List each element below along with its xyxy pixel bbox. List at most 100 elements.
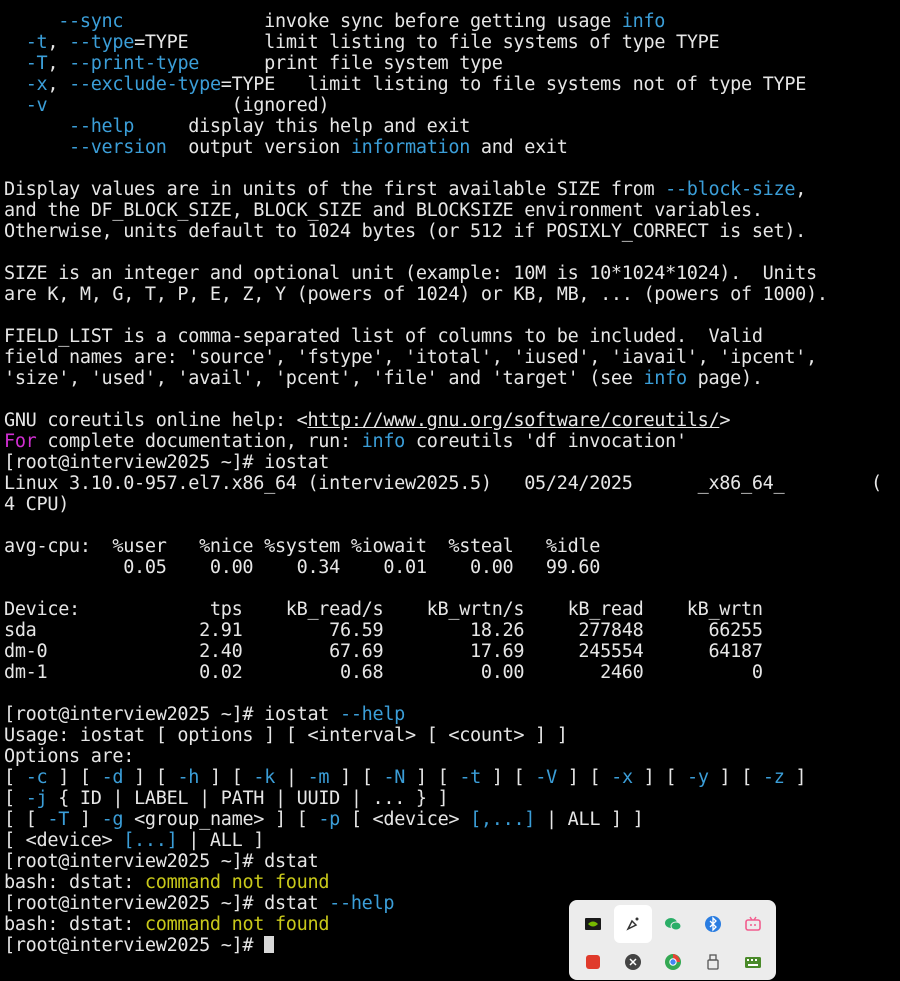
terminal-line: [ <device> [...] | ALL ] — [4, 830, 264, 851]
highlighted-text: -p — [318, 809, 341, 830]
terminal-line: -v (ignored) — [4, 95, 330, 116]
highlighted-text: --help — [339, 704, 406, 725]
terminal-text: ] [ — [632, 767, 688, 788]
terminal-text: Device: tps kB_read/s kB_wrtn/s kB_read … — [4, 599, 763, 620]
terminal-line: GNU coreutils online help: <http://www.g… — [4, 410, 730, 431]
terminal-text: Usage: iostat [ options ] [ <interval> [… — [4, 725, 568, 746]
highlighted-text: -x — [25, 74, 48, 95]
terminal-text: Linux 3.10.0-957.el7.x86_64 (interview20… — [4, 473, 882, 494]
highlighted-text: --help — [69, 116, 135, 137]
highlighted-text: info — [621, 11, 666, 32]
terminal-line: 4 CPU) — [4, 494, 69, 515]
terminal-text: output version — [166, 137, 351, 158]
terminal-text: display this help and exit — [134, 116, 471, 137]
terminal-text: , — [47, 53, 70, 74]
terminal-line: bash: dstat: command not found — [4, 872, 329, 893]
usb-drive-icon[interactable] — [694, 943, 732, 981]
terminal-line: are K, M, G, T, P, E, Z, Y (powers of 10… — [4, 284, 828, 305]
terminal-text: SIZE is an integer and optional unit (ex… — [4, 263, 817, 284]
terminal-line: field names are: 'source', 'fstype', 'it… — [4, 347, 817, 368]
highlighted-text: -d — [101, 767, 124, 788]
terminal-text: Otherwise, units default to 1024 bytes (… — [4, 221, 807, 242]
highlighted-text: --print-type — [69, 53, 200, 74]
terminal-line: --help display this help and exit — [4, 116, 470, 137]
highlighted-text: -T — [25, 53, 48, 74]
terminal-text: dm-1 0.02 0.68 0.00 2460 0 — [4, 662, 763, 683]
terminal-line: and the DF_BLOCK_SIZE, BLOCK_SIZE and BL… — [4, 200, 763, 221]
highlighted-text: -k — [253, 767, 276, 788]
terminal-line: FIELD_LIST is a comma-separated list of … — [4, 326, 763, 347]
terminal-text: ] [ — [47, 767, 102, 788]
terminal-text: , — [47, 32, 70, 53]
terminal-text: =TYPE limit listing to file systems not … — [220, 74, 807, 95]
gray-app-icon[interactable] — [614, 943, 652, 981]
terminal-text: bash: dstat: — [4, 872, 145, 893]
highlighted-text: -c — [25, 767, 48, 788]
terminal-line: Otherwise, units default to 1024 bytes (… — [4, 221, 806, 242]
terminal-line: [ [ -T ] -g <group_name> ] [ -p [ <devic… — [4, 809, 644, 830]
terminal-line: SIZE is an integer and optional unit (ex… — [4, 263, 817, 284]
terminal-line: -T, --print-type print file system type — [4, 53, 503, 74]
terminal-text: [root@interview2025 ~]# iostat — [4, 704, 340, 725]
pen-tool-icon[interactable] — [614, 905, 652, 943]
terminal-line: Linux 3.10.0-957.el7.x86_64 (interview20… — [4, 473, 882, 494]
highlighted-text: -N — [383, 767, 406, 788]
terminal-text: ] [ — [481, 767, 536, 788]
highlighted-text: -y — [687, 767, 709, 788]
chrome-icon[interactable] — [654, 943, 692, 981]
highlighted-text: -j — [25, 788, 48, 809]
red-app-icon[interactable] — [574, 943, 612, 981]
terminal-line: Options are: — [4, 746, 134, 767]
terminal-text: ] [ — [405, 767, 460, 788]
terminal-text: 'size', 'used', 'avail', 'pcent', 'file'… — [4, 368, 644, 389]
terminal-text: invoke sync before getting usage — [123, 11, 622, 32]
highlighted-text: [,...] — [470, 809, 536, 830]
keyboard-icon[interactable] — [734, 943, 772, 981]
highlighted-text: [...] — [123, 830, 178, 851]
terminal-text: ] [ — [708, 767, 763, 788]
terminal-text: [root@interview2025 ~]# — [4, 935, 265, 956]
highlighted-text: -v — [25, 95, 48, 116]
highlighted-text: --version — [69, 137, 167, 158]
bluetooth-icon[interactable] — [694, 905, 732, 943]
highlighted-text: --block-size — [665, 179, 796, 200]
terminal-text: (ignored) — [47, 95, 330, 116]
terminal-window[interactable]: --sync invoke sync before getting usage … — [0, 0, 900, 967]
nvidia-icon[interactable] — [574, 905, 612, 943]
terminal-text: Display values are in units of the first… — [4, 179, 666, 200]
bilibili-icon[interactable] — [734, 905, 772, 943]
terminal-text: and exit — [470, 137, 568, 158]
terminal-line: avg-cpu: %user %nice %system %iowait %st… — [4, 536, 600, 557]
terminal-text: > — [719, 410, 731, 431]
terminal-text: | — [275, 767, 308, 788]
highlighted-text: -z — [762, 767, 785, 788]
highlighted-text: -h — [177, 767, 200, 788]
highlighted-text: --help — [329, 893, 395, 914]
highlighted-text: -T — [47, 809, 70, 830]
terminal-text: =TYPE limit listing to file systems of t… — [134, 32, 720, 53]
terminal-text: [root@interview2025 ~]# iostat — [4, 452, 330, 473]
highlighted-text: -g — [101, 809, 124, 830]
terminal-text: sda 2.91 76.59 18.26 277848 66255 — [4, 620, 763, 641]
highlighted-text: info — [643, 368, 687, 389]
highlighted-text: For — [4, 431, 37, 452]
terminal-text: [ [ — [4, 809, 48, 830]
highlighted-text[interactable]: http://www.gnu.org/software/coreutils/ — [307, 410, 719, 431]
terminal-line: -t, --type=TYPE limit listing to file sy… — [4, 32, 720, 53]
terminal-line: [root@interview2025 ~]# dstat — [4, 851, 319, 872]
terminal-text: | ALL ] — [177, 830, 265, 851]
terminal-text: dm-0 2.40 67.69 17.69 245554 64187 — [4, 641, 763, 662]
wechat-icon[interactable] — [654, 905, 692, 943]
terminal-line: sda 2.91 76.59 18.26 277848 66255 — [4, 620, 763, 641]
text-cursor — [264, 936, 275, 953]
terminal-text: ] [ — [199, 767, 254, 788]
highlighted-text: -t — [25, 32, 48, 53]
highlighted-text: info — [361, 431, 406, 452]
terminal-text: 4 CPU) — [4, 494, 70, 515]
terminal-text: [ <device> — [340, 809, 471, 830]
terminal-text: avg-cpu: %user %nice %system %iowait %st… — [4, 536, 601, 557]
